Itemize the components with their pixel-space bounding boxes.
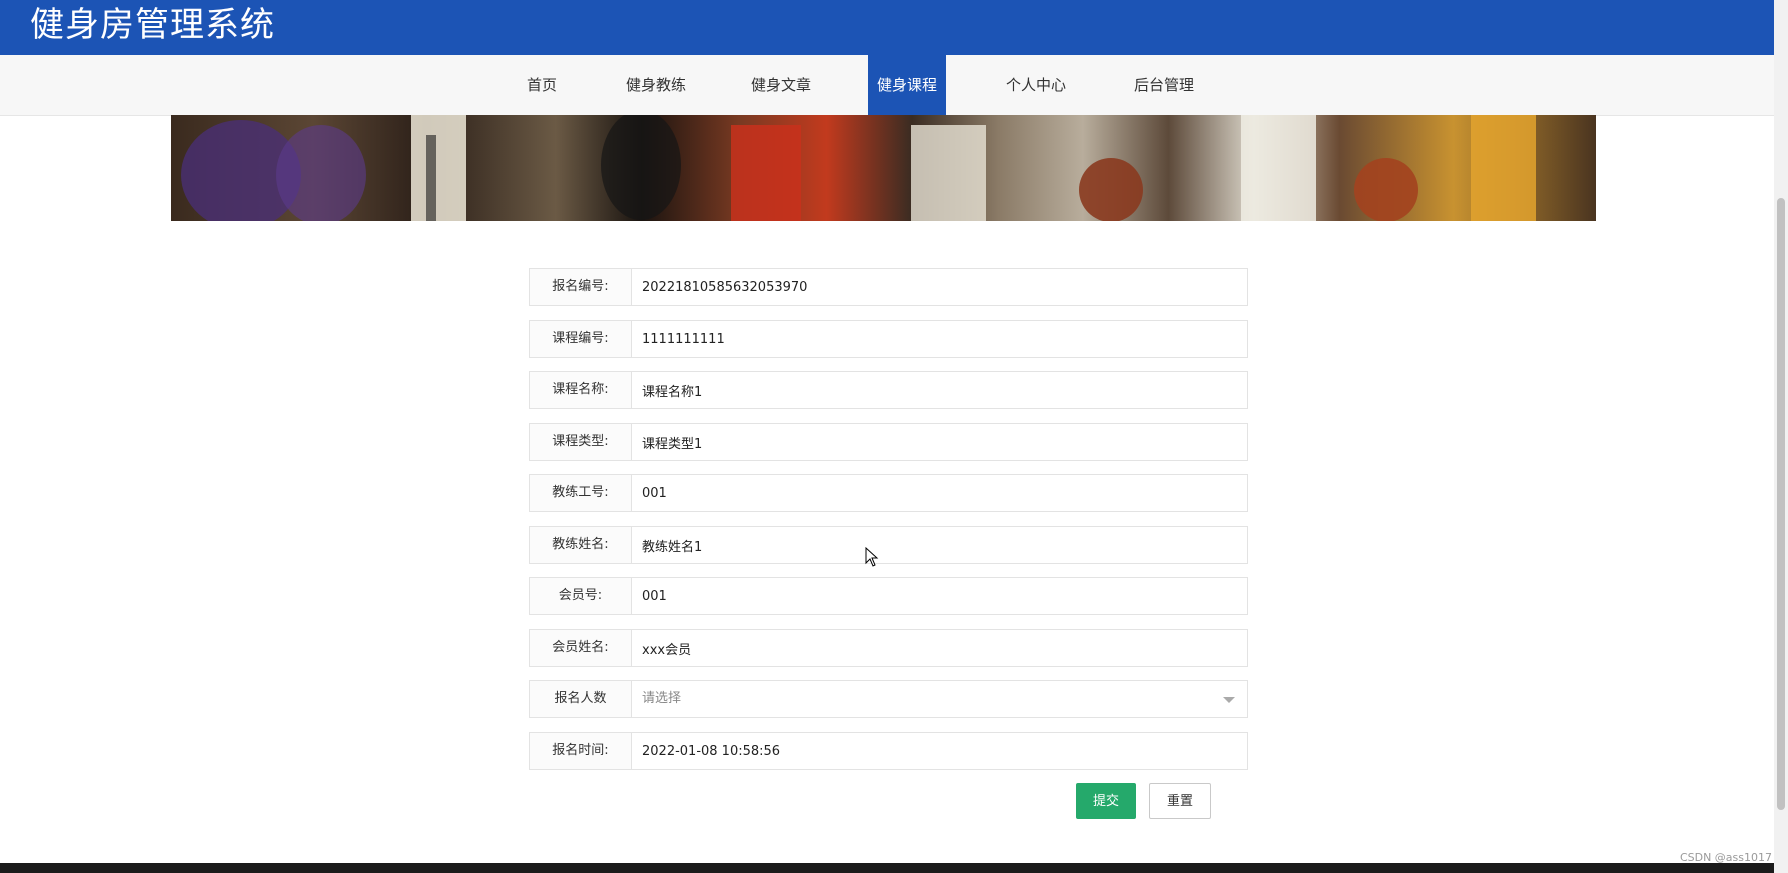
- nav-item-personal-center[interactable]: 个人中心: [992, 55, 1080, 115]
- member-name-input[interactable]: [631, 629, 1248, 667]
- form-row-course-type: 课程类型:: [529, 423, 1248, 461]
- form-row-course-no: 课程编号:: [529, 320, 1248, 358]
- chevron-down-icon: [1223, 697, 1235, 703]
- vertical-scrollbar[interactable]: [1774, 0, 1788, 873]
- coach-id-input[interactable]: [631, 474, 1248, 512]
- nav-item-courses[interactable]: 健身课程: [868, 55, 946, 115]
- footer-bar: [0, 863, 1774, 873]
- course-type-input[interactable]: [631, 423, 1248, 461]
- course-name-input[interactable]: [631, 371, 1248, 409]
- nav-item-coaches[interactable]: 健身教练: [612, 55, 700, 115]
- registrant-count-select[interactable]: 请选择: [631, 680, 1248, 718]
- member-no-input[interactable]: [631, 577, 1248, 615]
- form-row-registrant-count: 报名人数 请选择: [529, 680, 1248, 718]
- nav-item-admin[interactable]: 后台管理: [1120, 55, 1208, 115]
- registration-time-input[interactable]: [631, 732, 1248, 770]
- reset-button[interactable]: 重置: [1149, 783, 1211, 819]
- form-row-coach-name: 教练姓名:: [529, 526, 1248, 564]
- top-header: 健身房管理系统: [0, 0, 1774, 55]
- select-placeholder: 请选择: [642, 691, 682, 706]
- field-label: 会员号:: [529, 577, 632, 615]
- app-title: 健身房管理系统: [30, 5, 275, 45]
- field-label: 会员姓名:: [529, 629, 632, 667]
- field-label: 课程编号:: [529, 320, 632, 358]
- form-row-coach-id: 教练工号:: [529, 474, 1248, 512]
- field-label: 教练工号:: [529, 474, 632, 512]
- field-label: 课程名称:: [529, 371, 632, 409]
- form-row-member-no: 会员号:: [529, 577, 1248, 615]
- registration-no-input[interactable]: [631, 268, 1248, 306]
- mouse-cursor-icon: [865, 547, 879, 567]
- banner-image: [171, 115, 1596, 221]
- field-label: 报名编号:: [529, 268, 632, 306]
- submit-button[interactable]: 提交: [1076, 783, 1136, 819]
- form-row-registration-no: 报名编号:: [529, 268, 1248, 306]
- banner-artwork: [181, 115, 1536, 221]
- coach-name-input[interactable]: [631, 526, 1248, 564]
- watermark: CSDN @ass1017: [1679, 851, 1772, 864]
- form-row-course-name: 课程名称:: [529, 371, 1248, 409]
- form-row-member-name: 会员姓名:: [529, 629, 1248, 667]
- nav-item-home[interactable]: 首页: [512, 55, 572, 115]
- course-no-input[interactable]: [631, 320, 1248, 358]
- field-label: 报名时间:: [529, 732, 632, 770]
- scrollbar-thumb[interactable]: [1777, 198, 1785, 810]
- field-label: 课程类型:: [529, 423, 632, 461]
- main-nav: 首页 健身教练 健身文章 健身课程 个人中心 后台管理: [0, 55, 1774, 116]
- field-label: 教练姓名:: [529, 526, 632, 564]
- form-row-registration-time: 报名时间:: [529, 732, 1248, 770]
- nav-item-articles[interactable]: 健身文章: [737, 55, 825, 115]
- field-label: 报名人数: [529, 680, 632, 718]
